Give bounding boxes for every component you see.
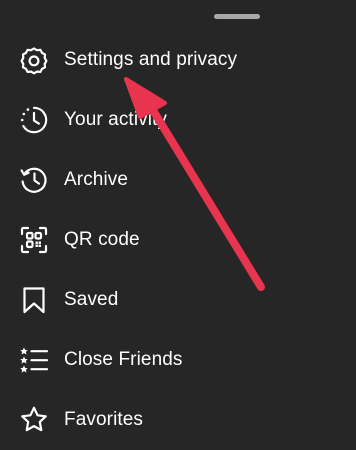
bookmark-icon <box>19 285 49 315</box>
menu-item-label: Your activity <box>64 109 168 130</box>
star-icon <box>19 405 49 435</box>
menu-item-saved[interactable]: Saved <box>0 270 356 330</box>
menu-item-label: Close Friends <box>64 349 183 370</box>
gear-icon <box>19 45 49 75</box>
close-friends-icon <box>19 345 49 375</box>
menu-item-label: Favorites <box>64 409 144 430</box>
archive-icon <box>19 165 49 195</box>
menu-item-archive[interactable]: Archive <box>0 150 356 210</box>
menu-item-settings-and-privacy[interactable]: Settings and privacy <box>0 30 356 90</box>
activity-icon <box>19 105 49 135</box>
qr-code-icon <box>19 225 49 255</box>
menu-list: Settings and privacy Your activity Archi… <box>0 30 356 450</box>
bottom-sheet-menu: Settings and privacy Your activity Archi… <box>0 0 356 450</box>
menu-item-close-friends[interactable]: Close Friends <box>0 330 356 390</box>
menu-item-qr-code[interactable]: QR code <box>0 210 356 270</box>
menu-item-label: Saved <box>64 289 119 310</box>
menu-item-label: QR code <box>64 229 140 250</box>
drag-handle[interactable] <box>214 14 260 19</box>
menu-item-label: Archive <box>64 169 129 190</box>
menu-item-favorites[interactable]: Favorites <box>0 390 356 450</box>
menu-item-your-activity[interactable]: Your activity <box>0 90 356 150</box>
menu-item-label: Settings and privacy <box>64 49 238 70</box>
